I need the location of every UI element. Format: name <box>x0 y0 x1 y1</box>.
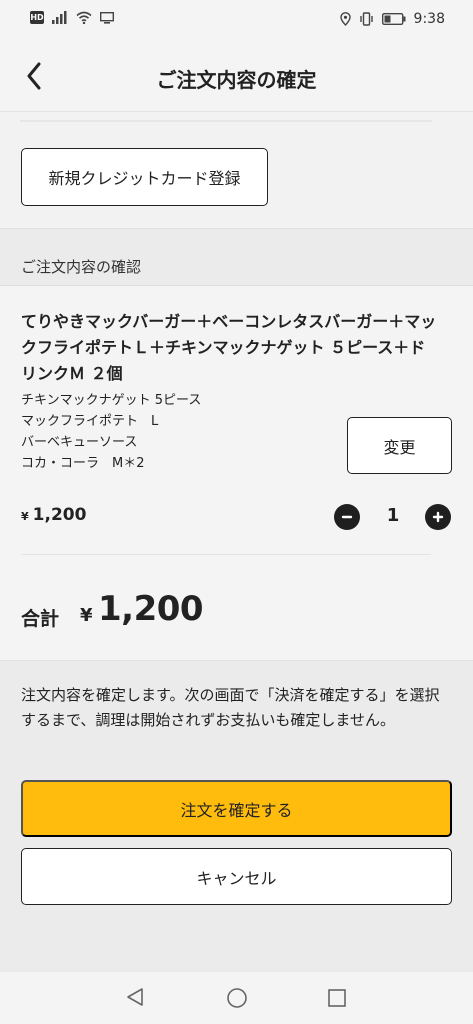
yen-symbol: ¥ <box>21 510 29 523</box>
vibrate-icon <box>359 12 373 26</box>
total-label: 合計 <box>21 608 60 630</box>
divider <box>20 120 432 122</box>
decrease-quantity-button[interactable] <box>334 504 360 530</box>
section-header: ご注文内容の確認 <box>0 228 473 286</box>
wifi-icon <box>76 11 92 24</box>
confirmation-notice: 注文内容を確定します。次の画面で「決済を確定する」を選択するまで、調理は開始され… <box>21 686 440 729</box>
nav-home-icon[interactable] <box>226 987 248 1009</box>
item-price: ¥1,200 <box>21 505 86 525</box>
footer-area: 注文内容を確定します。次の画面で「決済を確定する」を選択するまで、調理は開始され… <box>0 660 473 972</box>
item-price-value: 1,200 <box>32 505 87 525</box>
minus-icon <box>341 515 353 519</box>
location-icon <box>339 12 351 26</box>
increase-quantity-button[interactable] <box>425 504 451 530</box>
page-title: ご注文内容の確定 <box>156 68 317 92</box>
order-item-title: てりやきマックバーガー＋ベーコンレタスバーガー＋マックフライポテトＬ＋チキンマッ… <box>21 312 437 383</box>
new-credit-card-button[interactable]: 新規クレジットカード登録 <box>21 148 268 206</box>
screen-cast-icon <box>100 11 114 24</box>
nav-recent-apps-icon[interactable] <box>327 988 347 1008</box>
order-options-list: チキンマックナゲット 5ピース マックフライポテト L バーベキューソース コカ… <box>21 390 201 474</box>
navigation-bar <box>0 972 473 1024</box>
total-value: 1,200 <box>98 589 204 629</box>
battery-icon <box>381 13 406 25</box>
confirm-order-button[interactable]: 注文を確定する <box>21 780 452 837</box>
plus-icon <box>432 511 444 523</box>
divider <box>21 554 431 555</box>
order-item: てりやきマックバーガー＋ベーコンレタスバーガー＋マックフライポテトＬ＋チキンマッ… <box>0 287 473 660</box>
status-right: 9:38 <box>339 11 445 27</box>
hd-badge: HD <box>30 11 44 24</box>
order-option: チキンマックナゲット 5ピース <box>21 393 202 408</box>
status-left: HD <box>30 11 114 24</box>
status-time: 9:38 <box>413 11 445 27</box>
order-option: マックフライポテト L <box>21 414 159 429</box>
quantity-value: 1 <box>386 505 400 526</box>
status-bar: HD 9:38 <box>0 0 473 40</box>
change-button[interactable]: 変更 <box>347 417 452 474</box>
nav-back-icon[interactable] <box>124 986 146 1008</box>
section-title: ご注文内容の確認 <box>21 258 142 276</box>
cancel-button[interactable]: キャンセル <box>21 848 452 905</box>
total-yen-symbol: ¥ <box>80 605 93 626</box>
signal-icon <box>52 11 67 24</box>
order-option: コカ・コーラ M＊2 <box>21 456 145 471</box>
header: ご注文内容の確定 <box>0 40 473 112</box>
order-option: バーベキューソース <box>21 435 138 450</box>
